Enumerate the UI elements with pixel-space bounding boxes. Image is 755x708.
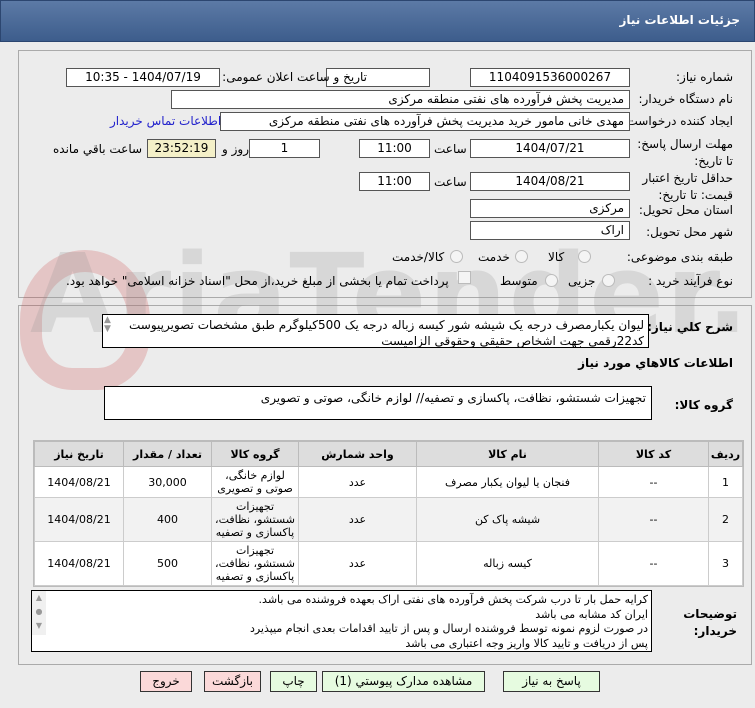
process-medium-radio[interactable]	[545, 274, 558, 287]
description-label: شرح کلي نياز:	[647, 320, 733, 334]
goods-table: ردیف کد کالا نام کالا واحد شمارش گروه کا…	[33, 440, 744, 587]
process-label: نوع فرآیند خرید :	[648, 274, 733, 288]
category-goods-label: کالا	[548, 250, 565, 264]
cell-group: تجهیزات شستشو، نظافت، پاکسازی و تصفیه	[211, 541, 299, 586]
treasury-payment-checkbox[interactable]	[458, 271, 471, 284]
description-textarea[interactable]: ليوان يکبارمصرف درجه يک شيشه شور کيسه زب…	[102, 314, 649, 348]
goods-group-textarea[interactable]: تجهیزات شستشو، نظافت، پاکسازی و تصفیه// …	[104, 386, 652, 420]
cell-unit: عدد	[298, 466, 417, 498]
category-service-label: خدمت	[478, 250, 510, 264]
cell-unit: عدد	[298, 497, 417, 542]
cell-date: 1404/08/21	[34, 497, 124, 542]
table-header-row: ردیف کد کالا نام کالا واحد شمارش گروه کا…	[34, 441, 743, 467]
days-label: روز و	[222, 142, 249, 156]
table-row[interactable]: 3 -- کیسه زباله عدد تجهیزات شستشو، نظافت، پا…	[34, 541, 743, 586]
buyer-org-field: مدیریت پخش فرآورده های نفتی منطقه مرکزی	[171, 90, 630, 109]
table-row[interactable]: 2 -- شیشه پاک کن عدد تجهیزات شستشو، نظافت، پ…	[34, 497, 743, 542]
announce-value: 1404/07/19 - 10:35	[66, 68, 220, 87]
table-row[interactable]: 1 -- فنجان یا لیوان یکبار مصرف عدد لوازم خان…	[34, 466, 743, 498]
spinner-icon[interactable]: ▲ ▼	[104, 316, 111, 334]
col-code: کد کالا	[598, 441, 709, 467]
notes-label: توضیحات خریدار:	[683, 607, 737, 638]
creator-field: مهدی خانی مامور خرید مدیریت پخش فرآورده …	[220, 112, 630, 131]
cell-quantity: 500	[123, 541, 212, 586]
category-both-label: کالا/خدمت	[392, 250, 445, 264]
cell-group: لوازم خانگی، صوتی و تصویری	[211, 466, 299, 498]
exit-button[interactable]: خروج	[140, 671, 192, 692]
col-name: نام کالا	[416, 441, 599, 467]
cell-quantity: 400	[123, 497, 212, 542]
cell-code: --	[598, 466, 709, 498]
payment-note: پرداخت تمام یا بخشی از مبلغ خرید،از محل …	[66, 274, 449, 288]
reply-button[interactable]: پاسخ به نیاز	[503, 671, 600, 692]
creator-label: ایجاد کننده درخواست:	[622, 114, 733, 128]
page-title: جزئیات اطلاعات نیاز	[619, 13, 740, 27]
cell-date: 1404/08/21	[34, 466, 124, 498]
cell-group: تجهیزات شستشو، نظافت، پاکسازی و تصفیه	[211, 497, 299, 542]
col-quantity: تعداد / مقدار	[123, 441, 212, 467]
cell-row: 2	[708, 497, 743, 542]
attachments-button[interactable]: مشاهده مدارک پیوستي (1)	[322, 671, 485, 692]
validity-date: 1404/08/21	[470, 172, 630, 191]
notes-scrollbar[interactable]: ▲ ● ▼	[32, 591, 46, 635]
buyer-contact-link[interactable]: اطلاعات تماس خریدار	[110, 114, 221, 128]
city-field: اراک	[470, 221, 630, 240]
need-number-label: شماره نیاز:	[676, 70, 733, 84]
notes-line: پس از دریافت و تایید کالا واریز وجه اعتب…	[405, 636, 648, 650]
cell-code: --	[598, 497, 709, 542]
col-row: ردیف	[708, 441, 743, 467]
cell-quantity: 30,000	[123, 466, 212, 498]
category-both-radio[interactable]	[450, 250, 463, 263]
announce-label: تاریخ و ساعت اعلان عمومی:	[222, 70, 367, 84]
deadline-time-label: ساعت	[434, 142, 467, 156]
print-button[interactable]: چاپ	[270, 671, 317, 692]
process-small-radio[interactable]	[602, 274, 615, 287]
remaining-label: ساعت باقي مانده	[53, 142, 143, 156]
deadline-label: مهلت ارسال پاسخ: تا تاریخ:	[637, 137, 733, 168]
deadline-date: 1404/07/21	[470, 139, 630, 158]
need-number-value: 1104091536000267	[470, 68, 630, 87]
remaining-time: 23:52:19	[147, 139, 216, 158]
category-goods-radio[interactable]	[578, 250, 591, 263]
process-small-label: جزیی	[568, 274, 596, 288]
validity-time: 11:00	[359, 172, 430, 191]
city-label: شهر محل تحویل:	[646, 225, 733, 239]
cell-name: فنجان یا لیوان یکبار مصرف	[416, 466, 599, 498]
cell-name: کیسه زباله	[416, 541, 599, 586]
cell-row: 1	[708, 466, 743, 498]
cell-name: شیشه پاک کن	[416, 497, 599, 542]
col-group: گروه کالا	[211, 441, 299, 467]
goods-group-label: گروه کالا:	[674, 398, 733, 412]
process-medium-label: متوسط	[500, 274, 538, 288]
deadline-time: 11:00	[359, 139, 430, 158]
cell-unit: عدد	[298, 541, 417, 586]
validity-label: حداقل تاریخ اعتبار قیمت: تا تاریخ:	[642, 171, 733, 202]
category-label: طبقه بندی موضوعی:	[626, 250, 733, 264]
category-service-radio[interactable]	[515, 250, 528, 263]
province-field: مرکزی	[470, 199, 630, 218]
cell-date: 1404/08/21	[34, 541, 124, 586]
days-field: 1	[249, 139, 320, 158]
notes-line: کرایه حمل بار تا درب شرکت پخش فرآورده ها…	[258, 593, 648, 606]
validity-time-label: ساعت	[434, 175, 467, 189]
cell-row: 3	[708, 541, 743, 586]
province-label: استان محل تحویل:	[638, 203, 733, 217]
notes-line: در صورت لزوم نمونه توسط فروشنده ارسال و …	[249, 622, 648, 635]
page-header: جزئیات اطلاعات نیاز	[0, 0, 755, 42]
notes-line: ایران کد مشابه می باشد	[535, 607, 648, 621]
buyer-org-label: نام دستگاه خریدار:	[638, 92, 734, 106]
back-button[interactable]: بازگشت	[204, 671, 261, 692]
goods-info-title: اطلاعات کالاهاي مورد نياز	[578, 356, 733, 370]
notes-textarea[interactable]: کرایه حمل بار تا درب شرکت پخش فرآورده ها…	[31, 590, 652, 652]
col-unit: واحد شمارش	[298, 441, 417, 467]
cell-code: --	[598, 541, 709, 586]
col-date: تاریخ نیاز	[34, 441, 124, 467]
